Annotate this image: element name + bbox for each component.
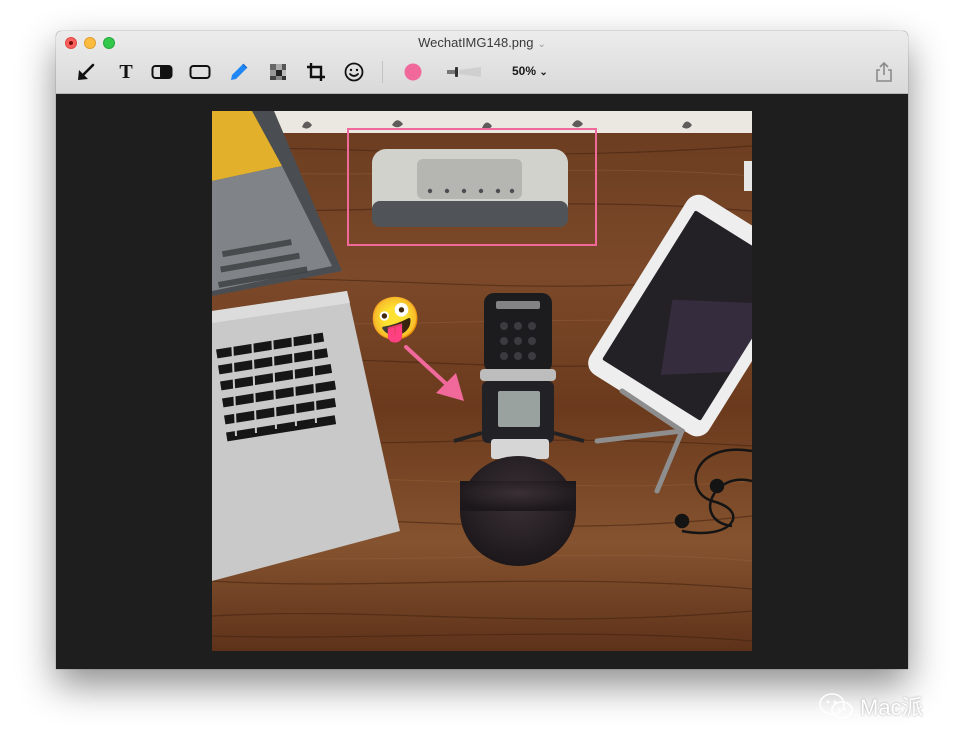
text-icon: T (119, 60, 133, 83)
rectangle-tool[interactable] (187, 60, 213, 84)
wechat-icon (819, 693, 853, 719)
pen-icon (231, 63, 248, 80)
chevron-down-icon: ⌄ (539, 67, 548, 78)
titlebar: WechatIMG148.png ⌄ T 50% ⌄ (56, 31, 908, 94)
text-tool[interactable]: T (113, 60, 139, 84)
crop-icon (307, 63, 325, 81)
share-icon (876, 61, 892, 82)
speaker (372, 149, 568, 227)
watermark-text: Mac派 (860, 695, 924, 720)
window-title[interactable]: WechatIMG148.png ⌄ (56, 35, 908, 50)
window-title-text: WechatIMG148.png (418, 35, 534, 50)
arrow-icon (78, 63, 95, 80)
highlight-icon (151, 65, 173, 79)
arrow-tool[interactable] (73, 60, 99, 84)
toolbar-separator (382, 61, 383, 83)
watermark: Mac派 (818, 690, 924, 722)
zoom-menu[interactable]: 50% ⌄ (512, 64, 548, 78)
color-swatch-icon (404, 63, 422, 81)
emoji-tool[interactable] (341, 60, 367, 84)
mosaic-tool[interactable] (265, 60, 291, 84)
color-picker[interactable] (400, 60, 426, 84)
photo: 🤪 (212, 111, 752, 651)
chevron-down-icon: ⌄ (537, 39, 546, 50)
image-canvas[interactable]: 🤪 (212, 111, 752, 651)
share-button[interactable] (871, 60, 897, 84)
preview-window: WechatIMG148.png ⌄ T 50% ⌄ 🤪 (56, 31, 908, 669)
rectangle-icon (189, 65, 211, 79)
smiley-icon (344, 62, 364, 82)
highlight-tool[interactable] (149, 60, 175, 84)
pen-tool[interactable] (226, 60, 252, 84)
mosaic-icon (270, 64, 286, 80)
stroke-width-icon (447, 67, 481, 77)
zoom-level: 50% (512, 64, 537, 78)
crop-tool[interactable] (303, 60, 329, 84)
stroke-width-control[interactable] (444, 60, 484, 84)
emoji-sticker[interactable]: 🤪 (369, 295, 421, 344)
